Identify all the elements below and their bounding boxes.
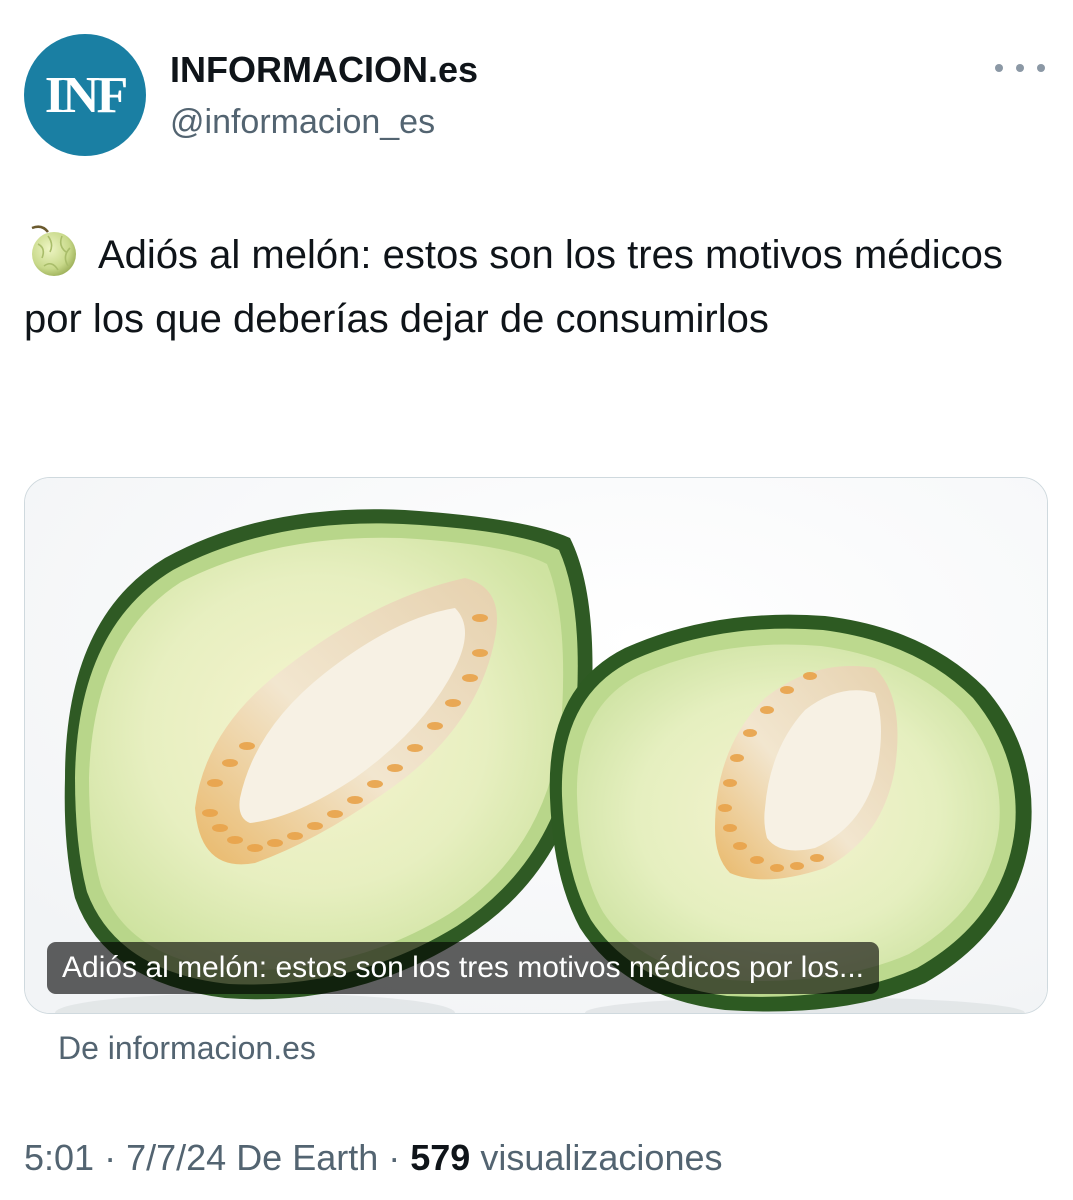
tweet-origin: De Earth [236,1137,379,1178]
more-dot-icon [1037,64,1045,72]
tweet-body: Adiós al melón: estos son los tres motiv… [24,222,1044,351]
card-source-link[interactable]: De informacion.es [58,1025,316,1071]
tweet-text: Adiós al melón: estos son los tres motiv… [24,233,1003,341]
melon-icon [31,225,76,276]
views-label: visualizaciones [480,1137,723,1178]
user-handle[interactable]: @informacion_es [170,98,478,146]
tweet-date[interactable]: 7/7/24 [126,1137,226,1178]
tweet-time[interactable]: 5:01 [24,1137,94,1178]
more-options-button[interactable] [995,56,1045,80]
link-card[interactable]: Adiós al melón: estos son los tres motiv… [24,477,1048,1014]
display-name[interactable]: INFORMACION.es [170,46,478,94]
views-count[interactable]: 579 [410,1137,470,1178]
more-dot-icon [995,64,1003,72]
avatar-logo-text: INF [44,66,129,124]
author-info: INFORMACION.es @informacion_es [170,46,478,146]
more-dot-icon [1016,64,1024,72]
card-caption: Adiós al melón: estos son los tres motiv… [47,942,880,994]
meta-separator: · [378,1137,411,1178]
avatar[interactable]: INF [24,34,146,156]
tweet-header: INF INFORMACION.es @informacion_es [24,34,1049,158]
tweet-meta: 5:01 · 7/7/24 De Earth · 579 visualizaci… [24,1133,722,1183]
meta-separator: · [94,1137,127,1178]
melon-halves-image [25,478,1047,1013]
